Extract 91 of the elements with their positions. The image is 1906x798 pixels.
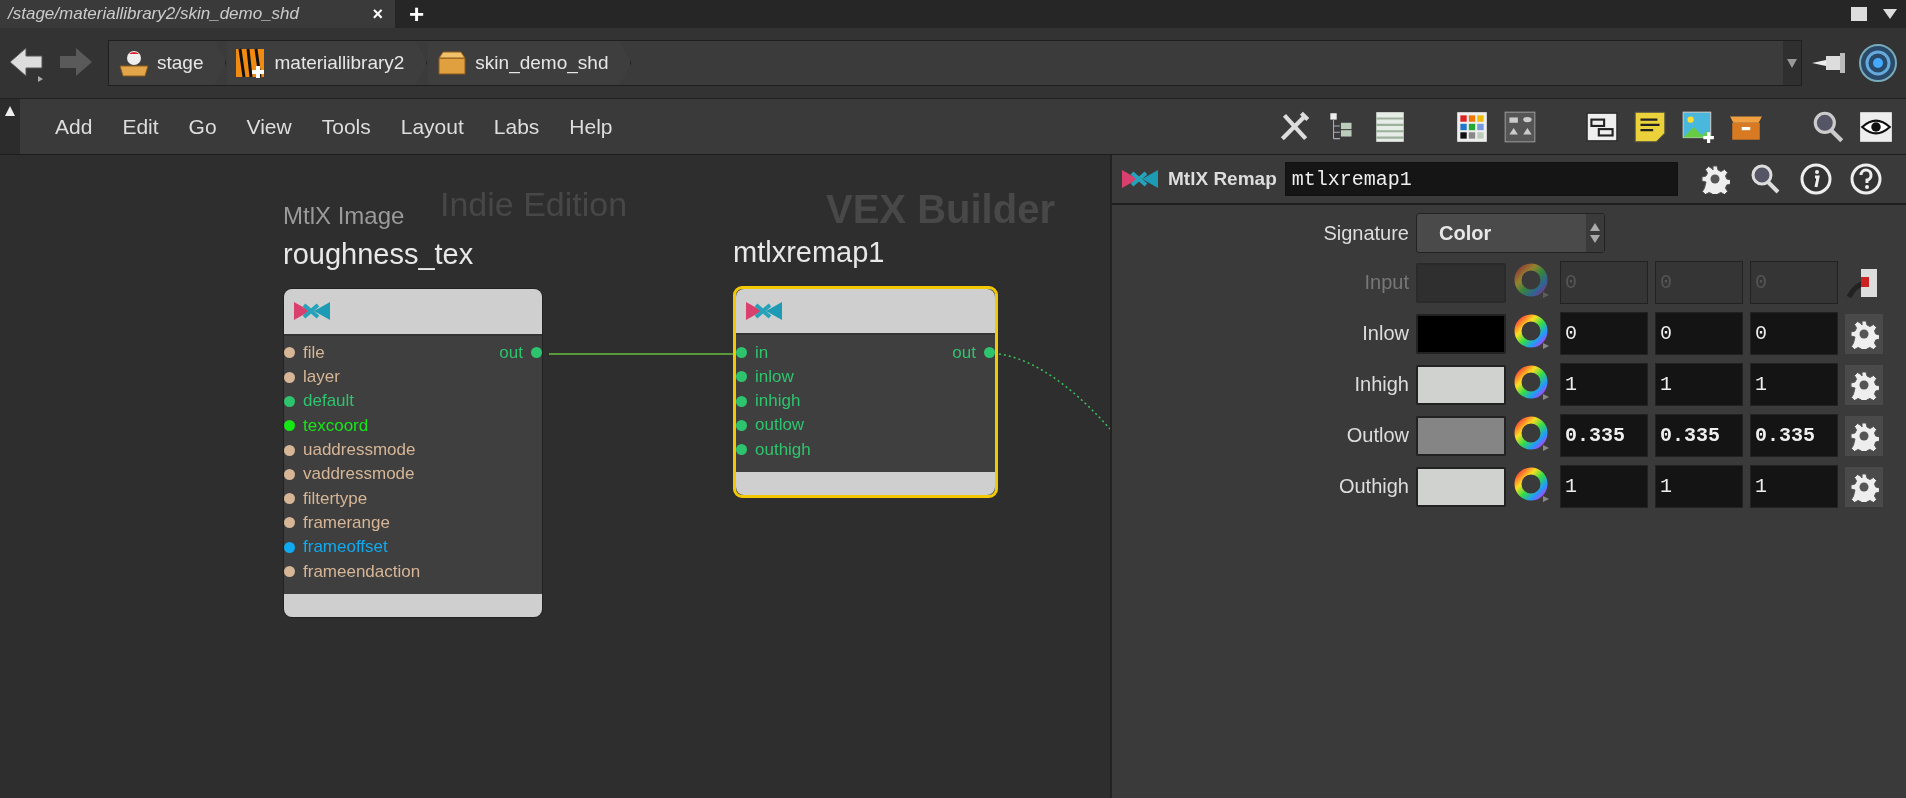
param-label: Inhigh xyxy=(1354,373,1409,396)
input-port[interactable] xyxy=(284,517,295,529)
port-label: filtertype xyxy=(303,488,368,509)
color-wheel-icon[interactable] xyxy=(1513,363,1551,402)
value-field[interactable]: 1 xyxy=(1560,363,1648,406)
value-field[interactable]: 1 xyxy=(1560,465,1648,508)
param-label: Input xyxy=(1364,271,1409,294)
input-port[interactable] xyxy=(284,566,295,577)
stage-icon xyxy=(117,48,151,78)
menu-item[interactable]: Help xyxy=(554,114,628,139)
port-label: inlow xyxy=(755,366,794,387)
node-name: mtlxremap1 xyxy=(733,236,885,269)
input-port[interactable] xyxy=(736,419,747,431)
color-swatch[interactable] xyxy=(1416,313,1506,354)
color-wheel-icon[interactable] xyxy=(1513,414,1551,453)
path-field[interactable]: stage materiallibrary2 skin_demo_shd xyxy=(108,40,1802,86)
node-type-label: MtlX Image xyxy=(283,202,405,230)
signature-dropdown[interactable]: Color xyxy=(1416,213,1605,253)
color-wheel-icon[interactable] xyxy=(1513,312,1551,351)
output-port[interactable] xyxy=(984,347,995,358)
param-label: Inlow xyxy=(1362,322,1409,345)
menu-item[interactable]: Edit xyxy=(107,114,174,139)
color-swatch[interactable] xyxy=(1416,466,1506,507)
param-label: Signature xyxy=(1323,221,1409,245)
node-type-label: MtlX Remap xyxy=(1168,168,1277,190)
settings-icon[interactable] xyxy=(1699,164,1730,194)
color-wheel-icon[interactable] xyxy=(1513,261,1551,300)
input-port[interactable] xyxy=(284,395,295,407)
close-tab-button[interactable]: × xyxy=(372,3,383,25)
scroll-up-icon[interactable] xyxy=(4,105,16,117)
value-field[interactable]: 1 xyxy=(1655,363,1743,406)
output-port[interactable] xyxy=(531,347,542,359)
input-port[interactable] xyxy=(284,493,295,505)
port-label: in xyxy=(755,342,769,363)
input-port[interactable] xyxy=(284,420,295,432)
input-port[interactable] xyxy=(284,371,295,383)
value-field[interactable]: 0.335 xyxy=(1655,414,1743,457)
input-port[interactable] xyxy=(736,395,747,407)
maximize-icon[interactable] xyxy=(1850,6,1868,22)
color-wheel-icon[interactable] xyxy=(1513,465,1551,504)
menu-item[interactable]: Labs xyxy=(478,114,555,139)
port-label: framerange xyxy=(303,512,390,533)
node-name: roughness_tex xyxy=(283,238,474,271)
value-field[interactable]: 0 xyxy=(1750,312,1838,355)
node-name-field[interactable]: mtlxremap1 xyxy=(1284,162,1678,196)
value-field[interactable]: 1 xyxy=(1750,465,1838,508)
value-field[interactable]: 1 xyxy=(1750,363,1838,406)
color-swatch[interactable] xyxy=(1416,364,1506,405)
input-port[interactable] xyxy=(284,468,295,480)
input-port[interactable] xyxy=(284,541,295,553)
param-label: Outhigh xyxy=(1338,475,1409,498)
input-port[interactable] xyxy=(736,347,747,358)
input-port[interactable] xyxy=(284,347,295,359)
node-body[interactable]: in out inlow inhigh outlow outhigh xyxy=(733,286,998,498)
port-label: out xyxy=(952,342,976,363)
port-label: layer xyxy=(303,367,340,388)
node-body[interactable]: file out layer default texcoord uaddressmode vaddressmode filtertype framerange frameoffset frameendaction xyxy=(283,288,543,618)
value-field[interactable]: 0 xyxy=(1560,312,1648,355)
input-port[interactable] xyxy=(284,444,295,456)
menu-item[interactable]: Add xyxy=(40,114,108,139)
port-label: out xyxy=(499,342,523,363)
menu-item[interactable]: Tools xyxy=(306,114,386,139)
input-port[interactable] xyxy=(736,371,747,383)
menu-item[interactable]: View xyxy=(231,114,307,139)
menu-item[interactable]: Go xyxy=(173,114,232,139)
new-tab-button[interactable]: + xyxy=(395,0,439,28)
help-icon[interactable] xyxy=(1849,163,1882,195)
port-label: default xyxy=(303,391,355,412)
menu-item[interactable]: Layout xyxy=(385,114,479,139)
port-label: outlow xyxy=(755,415,805,436)
port-label: texcoord xyxy=(303,415,369,436)
port-label: file xyxy=(303,342,325,363)
port-label: vaddressmode xyxy=(303,464,415,485)
input-port[interactable] xyxy=(736,444,747,456)
dropdown-arrow-icon[interactable] xyxy=(1882,8,1898,20)
port-label: outhigh xyxy=(755,439,811,460)
info-icon[interactable] xyxy=(1799,163,1832,195)
dropdown-arrow-icon[interactable] xyxy=(1786,57,1798,69)
path-tab[interactable]: /stage/materiallibrary2/skin_demo_shd × xyxy=(0,0,395,28)
port-label: frameendaction xyxy=(303,561,421,582)
updown-arrows-icon xyxy=(1589,222,1601,244)
value-field[interactable]: 0.335 xyxy=(1560,414,1648,457)
color-swatch[interactable] xyxy=(1416,415,1506,456)
port-label: frameoffset xyxy=(303,537,388,558)
param-label: Outlow xyxy=(1346,424,1409,447)
value-field[interactable]: 0 xyxy=(1655,312,1743,355)
target-circle-icon[interactable] xyxy=(1858,43,1898,83)
value-field[interactable]: 0.335 xyxy=(1750,414,1838,457)
port-label: inhigh xyxy=(755,391,801,412)
port-label: uaddressmode xyxy=(303,440,416,461)
value-field[interactable]: 1 xyxy=(1655,465,1743,508)
